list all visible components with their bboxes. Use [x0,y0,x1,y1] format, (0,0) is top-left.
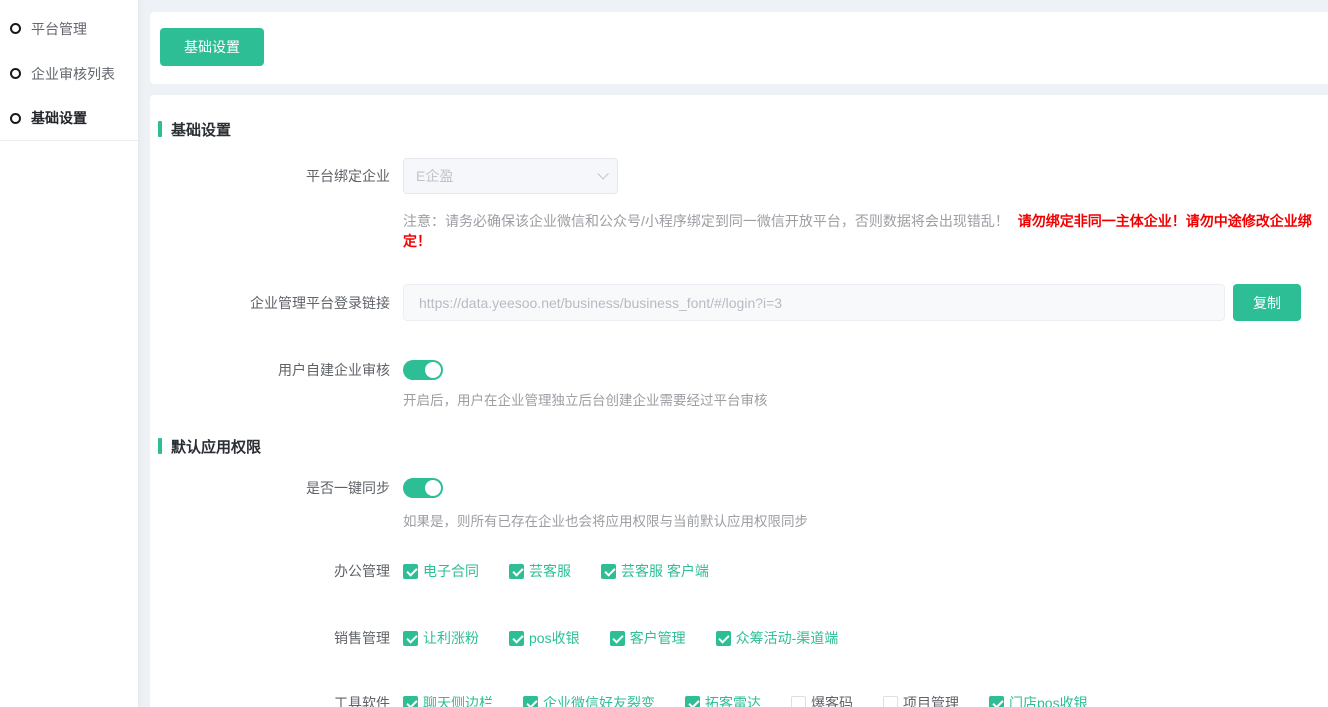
platform-company-label: 平台绑定企业 [150,166,390,186]
user-audit-hint: 开启后，用户在企业管理独立后台创建企业需要经过平台审核 [403,389,1328,407]
app-checkbox-label: 聊天侧边栏 [423,693,493,707]
checkbox-checked-icon [716,631,731,646]
app-checkbox-list: 电子合同 芸客服 芸客服 客户端 [403,561,709,581]
app-checkbox-label: 客户管理 [630,628,686,648]
section-accent-bar [158,438,162,454]
permission-group-row: 办公管理 电子合同 芸客服 芸客服 客户端 [150,561,1328,581]
app-checkbox-item[interactable]: 芸客服 [509,561,571,581]
checkbox-checked-icon [610,631,625,646]
selected-company-value: E企盈 [416,166,597,186]
radio-circle-icon [10,113,21,124]
user-audit-label: 用户自建企业审核 [150,360,390,380]
toggle-knob [425,362,441,378]
user-audit-row: 用户自建企业审核 [150,360,1328,380]
app-checkbox-label: 芸客服 客户端 [621,561,709,581]
checkbox-checked-icon [523,696,538,707]
login-link-label: 企业管理平台登录链接 [150,293,390,313]
checkbox-checked-icon [989,696,1004,707]
app-checkbox-item[interactable]: 拓客雷达 [685,693,761,707]
checkbox-checked-icon [509,564,524,579]
app-checkbox-label: 项目管理 [903,693,959,707]
app-checkbox-item[interactable]: 爆客码 [791,693,853,707]
app-checkbox-label: 众筹活动-渠道端 [736,628,839,648]
app-checkbox-list: 聊天侧边栏 企业微信好友裂变 拓客雷达 爆客码 项目管理 门店pos收银 [403,693,1088,707]
login-link-input[interactable] [403,284,1225,321]
binding-warning-note: 注意：请务必确保该企业微信和公众号/小程序绑定到同一微信开放平台，否则数据将会出… [403,211,1328,251]
platform-company-row: 平台绑定企业 E企盈 [150,158,1328,194]
app-checkbox-label: 门店pos收银 [1009,693,1088,707]
app-checkbox-item[interactable]: 众筹活动-渠道端 [716,628,839,648]
toggle-knob [425,480,441,496]
one-key-sync-label: 是否一键同步 [150,478,390,498]
permission-group-row: 销售管理 让利涨粉 pos收银 客户管理 众筹活动-渠道端 [150,628,1328,648]
sidebar-item-label: 企业审核列表 [31,64,115,84]
checkbox-checked-icon [685,696,700,707]
section-title-basic: 基础设置 [158,121,1328,137]
sidebar-item-label: 平台管理 [31,19,87,39]
login-link-row: 企业管理平台登录链接 复制 [150,284,1328,321]
copy-button[interactable]: 复制 [1233,284,1301,321]
app-checkbox-item[interactable]: 芸客服 客户端 [601,561,709,581]
platform-company-select[interactable]: E企盈 [403,158,618,194]
app-checkbox-label: 芸客服 [529,561,571,581]
one-key-sync-hint: 如果是，则所有已存在企业也会将应用权限与当前默认应用权限同步 [403,510,1328,528]
checkbox-unchecked-icon [791,696,806,707]
radio-circle-icon [10,23,21,34]
permission-group-label: 办公管理 [150,561,390,581]
app-checkbox-item[interactable]: 门店pos收银 [989,693,1088,707]
app-checkbox-item[interactable]: 项目管理 [883,693,959,707]
one-key-sync-toggle[interactable] [403,478,443,498]
permission-groups: 办公管理 电子合同 芸客服 芸客服 客户端销售管理 让利涨粉 pos收银 客户管理 众筹活动-… [150,561,1328,707]
section-title-permissions: 默认应用权限 [158,438,1328,454]
app-checkbox-label: 电子合同 [423,561,479,581]
checkbox-checked-icon [403,631,418,646]
sidebar-item-1[interactable]: 企业审核列表 [0,51,138,96]
checkbox-checked-icon [403,696,418,707]
app-checkbox-item[interactable]: 电子合同 [403,561,479,581]
chevron-down-icon [597,168,608,179]
app-checkbox-label: 企业微信好友裂变 [543,693,655,707]
checkbox-checked-icon [509,631,524,646]
app-checkbox-item[interactable]: 客户管理 [610,628,686,648]
toolbar-card: 基础设置 [150,12,1328,84]
settings-card: 基础设置 平台绑定企业 E企盈 注意：请务必确保该企业微信和公众号/小程序绑定到… [150,95,1328,707]
permission-group-label: 销售管理 [150,628,390,648]
app-checkbox-label: 让利涨粉 [423,628,479,648]
checkbox-checked-icon [601,564,616,579]
radio-circle-icon [10,68,21,79]
one-key-sync-row: 是否一键同步 [150,478,1328,498]
sidebar-nav: 平台管理 企业审核列表 基础设置 [0,0,139,707]
basic-settings-tab-button[interactable]: 基础设置 [160,28,264,66]
app-checkbox-label: pos收银 [529,628,580,648]
app-checkbox-label: 爆客码 [811,693,853,707]
app-checkbox-item[interactable]: 聊天侧边栏 [403,693,493,707]
sidebar-item-label: 基础设置 [31,108,87,128]
app-checkbox-label: 拓客雷达 [705,693,761,707]
permission-group-label: 工具软件 [150,693,390,707]
checkbox-checked-icon [403,564,418,579]
sidebar-item-0[interactable]: 平台管理 [0,6,138,51]
permission-group-row: 工具软件 聊天侧边栏 企业微信好友裂变 拓客雷达 爆客码 项目管理 门店pos收银 [150,693,1328,707]
app-checkbox-item[interactable]: 让利涨粉 [403,628,479,648]
checkbox-unchecked-icon [883,696,898,707]
sidebar-item-2[interactable]: 基础设置 [0,96,138,141]
app-checkbox-item[interactable]: pos收银 [509,628,580,648]
app-checkbox-item[interactable]: 企业微信好友裂变 [523,693,655,707]
user-audit-toggle[interactable] [403,360,443,380]
section-accent-bar [158,121,162,137]
app-checkbox-list: 让利涨粉 pos收银 客户管理 众筹活动-渠道端 [403,628,838,648]
